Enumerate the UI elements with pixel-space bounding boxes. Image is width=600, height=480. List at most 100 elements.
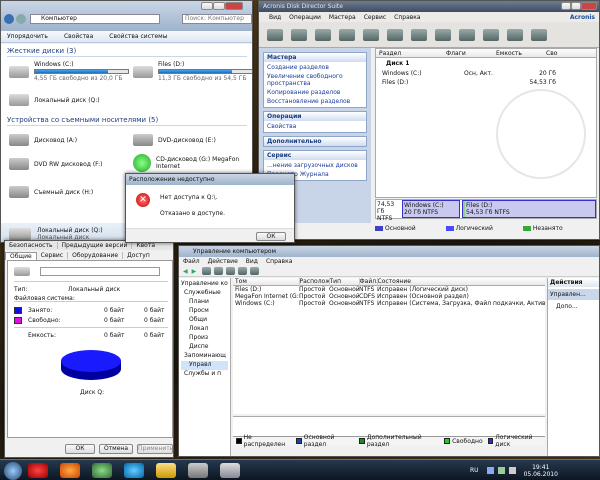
tree-item[interactable]: Запоминающ [181,352,228,361]
undo-icon[interactable] [267,28,283,41]
resize-icon[interactable] [363,28,379,41]
menu-service[interactable]: Сервис [364,14,386,21]
wizard-copy[interactable]: Копирование разделов [267,89,363,96]
back-button[interactable] [4,14,14,24]
menu-file[interactable]: Файл [183,258,200,265]
tree-item[interactable]: Управл [181,361,228,370]
organize-menu[interactable]: Упорядочить [7,33,48,40]
dialog-ok-button[interactable]: ОК [256,232,286,241]
col-status[interactable]: Состояние [377,278,545,286]
action-more[interactable]: Допо... [548,302,599,311]
show-tree-icon[interactable] [214,267,224,275]
col-capacity[interactable]: Емкость [496,50,546,57]
menu-help[interactable]: Справка [394,14,420,21]
tree-item[interactable]: Локал [181,325,228,334]
col-flags[interactable]: Флаги [446,50,496,57]
minimize-button[interactable] [201,2,213,10]
tree-item[interactable]: Служебные [181,289,228,298]
op-properties[interactable]: Свойства [267,123,363,130]
tab-general[interactable]: Общие [5,251,37,260]
acronis-taskbar-icon[interactable] [188,463,208,478]
extra-header[interactable]: Дополнительно [264,137,366,146]
volume-row[interactable]: Windows (C:) Простой Основной NTFS Испра… [233,300,545,307]
maximize-button[interactable] [213,2,225,10]
redo-icon[interactable] [291,28,307,41]
delete-icon[interactable] [459,28,475,41]
commit-icon[interactable] [315,28,331,41]
tree-item[interactable]: Просм [181,307,228,316]
ok-button[interactable]: ОК [65,444,95,454]
removable-h[interactable]: Съемный диск (H:) [9,186,93,198]
system-properties-button[interactable]: Свойства системы [109,33,167,40]
computer-management-taskbar-icon[interactable] [220,463,240,478]
removable-e[interactable]: DVD-дисковод (E:) [133,134,216,146]
menu-operations[interactable]: Операции [289,14,321,21]
col-volume[interactable]: Том [233,278,300,286]
menu-view[interactable]: Вид [246,258,258,265]
language-indicator[interactable]: RU [470,467,479,474]
tree-item[interactable]: Общи [181,316,228,325]
tree-item[interactable]: Службы и п [181,370,228,379]
drive-d[interactable]: Files (D:) 11,3 ГБ свободно из 54,5 ГБ [133,61,252,82]
skype-icon[interactable] [124,463,144,478]
drive-c[interactable]: Windows (C:) 4,55 ГБ свободно из 20,0 ГБ [9,61,129,82]
drive-q[interactable]: Локальный диск (Q:) [9,94,100,106]
tree-item[interactable]: Диспе [181,343,228,352]
forward-arrow-icon[interactable]: ▶ [192,268,197,275]
disk-map-d[interactable]: Files (D:) 54,53 Гб NTFS [462,200,596,218]
removable-g[interactable]: CD-дисковод (G:) MegaFon Internet [133,154,239,172]
start-button[interactable] [4,461,22,480]
tray-icon[interactable] [486,467,494,474]
format-icon[interactable] [435,28,451,41]
help-icon[interactable] [238,267,248,275]
volume-row[interactable]: MegaFon Internet (G:) Простой Основной C… [233,293,545,300]
minimize-button[interactable] [561,2,571,10]
disk-map-c[interactable]: Windows (C:) 20 Гб NTFS [402,200,460,218]
tree-item[interactable]: Плани [181,298,228,307]
col-type[interactable]: Тип [329,278,360,286]
tree-item[interactable]: Управление ко [181,280,228,289]
firefox-icon[interactable] [60,463,80,478]
col-fs[interactable]: Файл... [359,278,378,286]
tab-hardware[interactable]: Оборудование [68,252,124,259]
opera-icon[interactable] [28,463,48,478]
service-bootable[interactable]: ...нение загрузочных дисков [267,162,363,169]
tab-service[interactable]: Сервис [37,252,69,259]
up-icon[interactable] [202,267,212,275]
partition-row[interactable]: Files (D:) 54,53 Гб [376,78,596,87]
tab-quota[interactable]: Квота [132,242,159,249]
removable-f[interactable]: DVD RW дисковод (F:) [9,158,103,170]
menu-action[interactable]: Действие [208,258,238,265]
utility-icon[interactable] [92,463,112,478]
action-manage[interactable]: Управлен... [548,289,599,300]
move-icon[interactable] [411,28,427,41]
address-bar[interactable]: Компьютер [30,14,160,24]
col-free[interactable]: Сво [546,50,557,57]
close-button[interactable] [581,2,597,10]
menu-wizards[interactable]: Мастера [329,14,356,21]
volume-row[interactable]: Files (D:) Простой Основной NTFS Исправе… [233,286,545,293]
menu-help[interactable]: Справка [266,258,292,265]
tab-sharing[interactable]: Доступ [123,252,154,259]
wizard-create[interactable]: Создание разделов [267,64,363,71]
menu-view[interactable]: Вид [269,14,281,21]
removable-a[interactable]: Дисковод (A:) [9,134,77,146]
create-partition-icon[interactable] [339,28,355,41]
label-icon[interactable] [483,28,499,41]
search-input[interactable]: Поиск: Компьютер [182,14,252,24]
disk-map-disk[interactable]: 74,53 Гб NTFS [376,200,400,222]
copy-icon[interactable] [387,28,403,41]
apply-button[interactable]: Применить [137,444,173,454]
drive-label-input[interactable] [40,267,160,276]
partition-row[interactable]: Windows (C:) Осн, Акт. 20 Гб [376,69,596,78]
col-partition[interactable]: Раздел [376,50,446,57]
help-icon[interactable] [531,28,547,41]
network-icon[interactable] [497,467,505,474]
tab-security[interactable]: Безопасность [5,242,58,249]
cancel-button[interactable]: Отмена [99,444,133,454]
tree-item[interactable]: Произ [181,334,228,343]
properties-button[interactable]: Свойства [64,33,93,40]
explorer-taskbar-icon[interactable] [156,463,176,478]
back-arrow-icon[interactable]: ◀ [183,268,188,275]
clock-time[interactable]: 19:41 [524,464,558,471]
